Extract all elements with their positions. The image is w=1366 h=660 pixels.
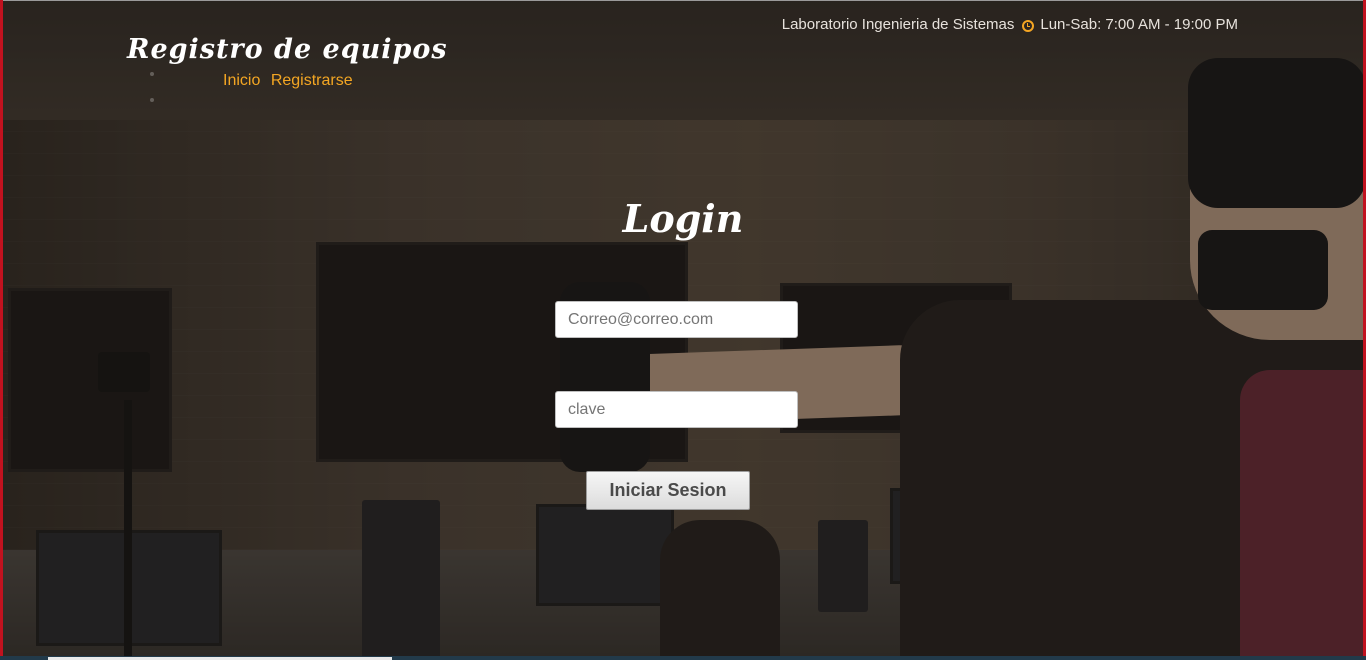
nav-link-inicio[interactable]: Inicio [223,72,260,89]
page: Registro de equipos Inicio Registrarse L… [0,0,1366,660]
password-field[interactable] [555,391,798,428]
top-border [0,0,1366,1]
left-border [0,0,3,660]
lab-info: Laboratorio Ingenieria de Sistemas Lun-S… [782,16,1238,33]
nav-link-registrarse[interactable]: Registrarse [271,72,353,89]
lab-name: Laboratorio Ingenieria de Sistemas [781,16,1015,33]
brand-title[interactable]: Registro de equipos [127,34,448,65]
lab-hours: Lun-Sab: 7:00 AM - 19:00 PM [1040,16,1238,33]
login-title: Login [622,196,744,241]
login-button[interactable]: Iniciar Sesion [586,471,750,510]
main-nav: Inicio Registrarse [223,72,359,90]
email-field[interactable] [555,301,798,338]
nav-bullets [150,72,154,124]
clock-icon [1022,19,1035,32]
bottom-strip [0,656,1366,660]
